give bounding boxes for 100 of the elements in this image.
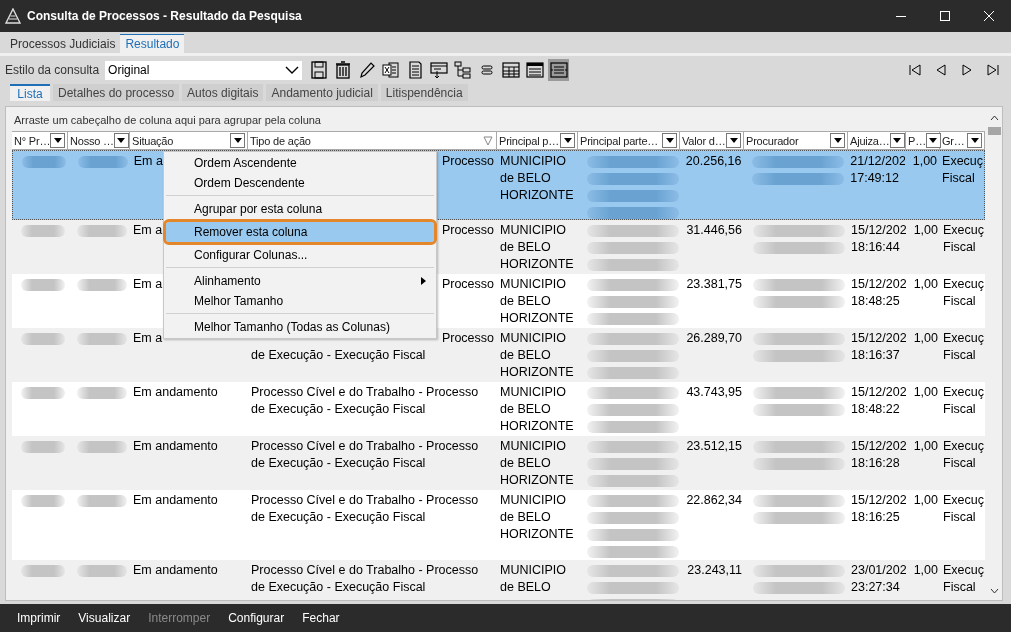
dropdown-button[interactable] <box>889 133 905 148</box>
bottom-button[interactable]: Fechar <box>293 606 349 630</box>
triangle-down-icon <box>563 138 572 143</box>
dropdown-button[interactable] <box>967 133 982 148</box>
redacted-text <box>77 222 127 237</box>
column-header[interactable]: Nosso … <box>68 132 130 149</box>
toolbar-button[interactable] <box>524 59 546 81</box>
triangle-down-icon <box>233 138 242 143</box>
table-cell: 15/12/202 18:48:22 <box>851 384 906 418</box>
table-cell: 1,00 <box>913 438 938 455</box>
triangle-down-icon <box>893 138 902 143</box>
dropdown-button[interactable] <box>925 133 941 148</box>
toolbar-button[interactable] <box>380 59 402 81</box>
redacted-text <box>21 276 65 291</box>
table-cell: 31.446,56 <box>686 222 742 239</box>
table-icon <box>500 60 521 80</box>
triangle-down-icon <box>970 138 979 143</box>
toolbar-button[interactable] <box>452 59 474 81</box>
dropdown-button[interactable] <box>113 133 129 148</box>
column-header[interactable]: P… <box>906 132 940 149</box>
table-cell: 15/12/202 18:16:44 <box>851 222 906 256</box>
table-cell: 1,00 <box>913 276 938 293</box>
redacted-text <box>77 438 127 453</box>
tab[interactable]: Detalhes do processo <box>53 84 180 101</box>
column-header[interactable]: Principal p… <box>497 132 578 149</box>
table-cell: Em a <box>133 222 163 239</box>
column-header[interactable]: Gr… <box>940 132 985 149</box>
table-cell: 23.512,15 <box>686 438 742 455</box>
dropdown-button[interactable] <box>726 133 741 148</box>
menu-item[interactable]: Remover esta coluna <box>166 222 434 242</box>
bottom-button[interactable]: Configurar <box>219 606 294 630</box>
table-cell: Em andamento <box>133 384 218 401</box>
window-title: Consulta de Processos - Resultado da Pesquisa <box>27 9 303 23</box>
table-cell: Em andamento <box>133 562 218 579</box>
dropdown-button[interactable] <box>662 133 677 148</box>
menu-item[interactable]: Agrupar por esta coluna <box>166 199 434 219</box>
table-cell: 22.862,34 <box>686 492 742 509</box>
menu-item[interactable]: Melhor Tamanho <box>166 291 434 314</box>
table-cell: Execuç Fiscal <box>943 384 984 418</box>
dropdown-button[interactable] <box>50 133 66 148</box>
toolbar-button[interactable] <box>500 59 522 81</box>
column-header[interactable]: Tipo de ação <box>248 132 497 149</box>
tab[interactable]: Litispendência <box>380 84 468 101</box>
table-cell: Processo <box>441 153 494 170</box>
document-x-icon <box>380 60 401 80</box>
redacted-text <box>21 438 65 453</box>
table-cell: Execuç Fiscal <box>943 222 984 256</box>
table-row[interactable]: Em andamento Processo Cível e do Trabalho - Processo de Execução - Execução Fiscal MUNICIPIO de BELO HORIZONTE 43.743,95 15/12/202 18:48:22 1,00 Execuç Fiscal <box>12 382 985 436</box>
app-logo-icon <box>5 8 21 24</box>
column-header[interactable]: Ajuiza… <box>848 132 906 149</box>
table-cell: MUNICIPIO de BELO HORIZONTE <box>500 222 574 273</box>
tab[interactable]: Andamento judicial <box>266 84 378 101</box>
table-cell: Em a <box>133 153 163 170</box>
tree-icon <box>452 60 473 80</box>
table-cell: 21/12/202 17:49:12 <box>850 153 906 187</box>
column-header[interactable]: Valor d… <box>680 132 744 149</box>
table-cell: 1,00 <box>913 492 938 509</box>
table-cell: 15/12/202 18:16:28 <box>851 438 906 472</box>
table-cell: Em andamento <box>133 438 218 455</box>
redacted-text <box>77 492 127 507</box>
menu-item[interactable]: Ordem Ascendente <box>166 153 434 173</box>
dropdown-button[interactable] <box>830 133 845 148</box>
last-icon <box>986 63 1000 77</box>
column-header[interactable]: Procurador <box>744 132 848 149</box>
column-header[interactable]: N° Pr… <box>12 132 68 149</box>
redacted-text <box>21 562 65 577</box>
menu-item[interactable]: Ordem Descendente <box>166 173 434 196</box>
tab[interactable]: Processos Judiciais <box>5 34 121 53</box>
table-cell: MUNICIPIO de BELO <box>500 562 566 596</box>
tab[interactable]: Lista <box>10 84 50 101</box>
column-header[interactable]: Principal parte… <box>578 132 680 149</box>
next-icon <box>960 63 974 77</box>
column-header[interactable]: Situação <box>130 132 248 149</box>
redacted-text <box>77 562 127 577</box>
table-cell: 15/12/202 18:16:25 <box>851 492 906 526</box>
dropdown-button[interactable] <box>560 133 575 148</box>
table-cell: 15/12/202 18:48:25 <box>851 276 906 310</box>
scrollbar-thumb[interactable] <box>988 127 1001 135</box>
triangle-down-icon <box>665 138 674 143</box>
navigation-button[interactable] <box>985 62 1001 78</box>
menu-item[interactable]: Configurar Colunas... <box>166 245 434 268</box>
filter-icon <box>483 135 493 146</box>
tab[interactable]: Autos digitais <box>182 84 264 101</box>
navigation-button[interactable] <box>907 62 923 78</box>
toolbar-button[interactable] <box>548 59 570 81</box>
toolbar-button[interactable] <box>428 59 450 81</box>
tab[interactable]: Resultado <box>120 34 185 53</box>
query-style-dropdown[interactable]: Original <box>105 60 303 80</box>
bottom-button[interactable]: Imprimir <box>8 606 70 630</box>
redacted-text <box>21 384 65 399</box>
toolbar-button[interactable] <box>308 59 330 81</box>
dropdown-button[interactable] <box>230 133 245 148</box>
table-row[interactable]: Em andamento Processo Cível e do Trabalho - Processo de Execução - Execução Fiscal MUNICIPIO de BELO HORIZONTE 22.862,34 15/12/202 18:16:25 1,00 Execuç Fiscal <box>12 490 985 560</box>
previous-icon <box>934 63 948 77</box>
bottom-button[interactable]: Visualizar <box>69 606 140 630</box>
close-icon <box>983 10 995 22</box>
redacted-text <box>77 276 127 291</box>
table-cell: 1,00 <box>913 222 938 239</box>
redacted-text <box>77 384 127 399</box>
menu-item[interactable]: Alinhamento <box>166 271 434 291</box>
